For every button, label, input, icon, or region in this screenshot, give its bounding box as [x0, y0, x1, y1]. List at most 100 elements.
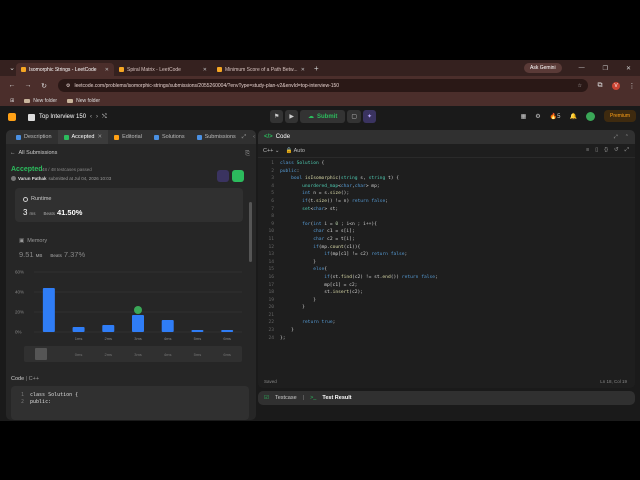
bookmark-star-icon[interactable]: ☆ [578, 83, 582, 89]
editor-line[interactable]: 2 public: [258, 168, 635, 176]
url-input[interactable]: ⚙ leetcode.com/problems/isomorphic-strin… [58, 79, 588, 92]
editor-line[interactable]: 6 if(t.size() != n) return false; [258, 198, 635, 206]
runtime-card[interactable]: Runtime 3 ms Beats 41.50% [15, 188, 243, 222]
line-number: 3 [271, 176, 274, 182]
ask-gemini-button[interactable]: Ask Gemini [524, 63, 562, 73]
bookmark-folder[interactable]: New folder [67, 98, 100, 104]
maximize-icon[interactable]: ❐ [603, 65, 608, 72]
profile-avatar[interactable]: V [612, 81, 620, 90]
test-result-tab[interactable]: Test Result [322, 395, 351, 401]
menu-icon[interactable]: ⋮ [628, 82, 636, 90]
expand-icon[interactable]: ⤢ [242, 134, 246, 141]
leetcode-header: Top Interview 150 ‹ › ⤭ ⚑ ▶ ☁ Submit ▢ ✦ … [0, 106, 640, 128]
new-tab-icon[interactable]: + [314, 64, 319, 73]
browser-tab-spiral[interactable]: Spiral Matrix - LeetCode ✕ [114, 63, 212, 76]
study-plan-nav[interactable]: Top Interview 150 [28, 113, 86, 121]
next-problem-icon[interactable]: › [96, 114, 98, 120]
editor-line[interactable]: 9 for(int i = 0 ; i<n ; i++){ [258, 221, 635, 229]
line-code: st.insert(c2); [280, 290, 364, 296]
tab-submissions[interactable]: Submissions [191, 130, 242, 144]
tab-search-icon[interactable]: ⌄ [8, 64, 16, 72]
bookmark-icon[interactable]: ▯ [595, 147, 598, 154]
auto-mode-toggle[interactable]: 🔒 Auto [286, 148, 305, 154]
collapse-icon[interactable]: ⌃ [625, 134, 629, 140]
editor-line[interactable]: 19 } [258, 297, 635, 305]
testcase-tab[interactable]: Testcase [275, 395, 297, 401]
site-info-icon[interactable]: ⚙ [66, 83, 70, 89]
fullscreen-icon[interactable]: ⤢ [625, 147, 629, 154]
braces-icon[interactable]: {} [604, 147, 608, 154]
shuffle-icon[interactable]: ⤭ [102, 114, 107, 121]
line-number: 5 [271, 191, 274, 197]
close-window-icon[interactable]: ✕ [626, 65, 631, 72]
tab-accepted[interactable]: Accepted ✕ [57, 130, 109, 144]
editor-line[interactable]: 20 } [258, 304, 635, 312]
editor-line[interactable]: 10 char c1 = s[i]; [258, 228, 635, 236]
debug-icon[interactable]: ⚑ [270, 110, 284, 123]
minimize-icon[interactable]: — [579, 65, 585, 71]
ai-assist-icon[interactable]: ✦ [363, 110, 377, 123]
editor-line[interactable]: 1 class Solution { [258, 160, 635, 168]
editor-line[interactable]: 5 int n = s.size(); [258, 190, 635, 198]
prev-problem-icon[interactable]: ‹ [90, 114, 92, 120]
editor-line[interactable]: 4 unordered_map<char,char> mp; [258, 183, 635, 191]
editor-line[interactable]: 11 char c2 = t[i]; [258, 236, 635, 244]
editor-line[interactable]: 13 if(mp[c1] != c2) return false; [258, 251, 635, 259]
close-tab-icon[interactable]: ✕ [97, 134, 102, 140]
streak-counter[interactable]: 🔥5 [550, 113, 561, 120]
reload-icon[interactable]: ↻ [40, 82, 48, 90]
editor-line[interactable]: 16 if(st.find(c2) != st.end()) return fa… [258, 274, 635, 282]
language-select[interactable]: C++ ⌄ [263, 148, 280, 154]
settings-icon[interactable]: ⚙ [535, 113, 540, 120]
code-editor[interactable]: 1 class Solution {2 public: 3 bool isIsomor… [258, 160, 635, 370]
format-icon[interactable]: ≡ [586, 147, 589, 154]
memory-value: 9.51 MB Beats 7.37% [19, 250, 86, 259]
editor-line[interactable]: 23 } [258, 327, 635, 335]
share-icon[interactable]: ⎘ [245, 151, 250, 158]
run-button[interactable]: ▶ [285, 110, 299, 123]
line-number: 8 [271, 214, 274, 220]
line-code: char c2 = t[i]; [313, 236, 355, 242]
memory-card[interactable]: ▣ Memory 9.51 MB Beats 7.37% [15, 234, 243, 264]
notes-icon[interactable]: ▢ [347, 110, 362, 123]
editor-line[interactable]: 3 bool isIsomorphic(string s, string t) … [258, 175, 635, 183]
premium-button[interactable]: Premium [603, 110, 636, 122]
browser-tab-isomorphic[interactable]: Isomorphic Strings - LeetCode ✕ [16, 63, 114, 76]
editor-line[interactable]: 15 else{ [258, 266, 635, 274]
edit-solution-button[interactable] [232, 170, 244, 182]
close-tab-icon[interactable]: ✕ [301, 67, 305, 73]
editor-line[interactable]: 18 st.insert(c2); [258, 289, 635, 297]
forward-icon[interactable]: → [24, 82, 32, 89]
tab-title: Spiral Matrix - LeetCode [127, 66, 181, 73]
extensions-icon[interactable]: ⧉ [596, 82, 604, 90]
layout-icon[interactable]: ▦ [521, 113, 527, 120]
editor-line[interactable]: 8 [258, 213, 635, 221]
editor-line[interactable]: 24}; [258, 335, 635, 343]
tab-editorial[interactable]: Editorial [108, 130, 148, 144]
editor-line[interactable]: 17 mp[c1] = c2; [258, 282, 635, 290]
close-tab-icon[interactable]: ✕ [105, 67, 109, 73]
scrollbar[interactable] [249, 202, 252, 262]
ai-analyze-button[interactable] [217, 170, 229, 182]
tab-solutions[interactable]: Solutions [148, 130, 191, 144]
reset-icon[interactable]: ↺ [614, 147, 619, 154]
close-tab-icon[interactable]: ✕ [203, 67, 207, 73]
all-submissions-link[interactable]: ← All Submissions [10, 150, 256, 156]
leetcode-logo-icon[interactable] [8, 113, 16, 121]
browser-tab-minimum-score[interactable]: Minimum Score of a Path Betw... ✕ [212, 63, 310, 76]
expand-icon[interactable]: ⤢ [614, 134, 618, 140]
editor-line[interactable]: 7 set<char> st; [258, 206, 635, 214]
editor-line[interactable]: 12 if(mp.count(c1)){ [258, 244, 635, 252]
editor-line[interactable]: 21 [258, 312, 635, 320]
apps-icon[interactable]: ⊞ [10, 98, 14, 104]
back-icon[interactable]: ← [8, 82, 16, 89]
tab-description[interactable]: Description [10, 130, 58, 144]
collapse-icon[interactable]: ‹ [253, 134, 255, 141]
editor-line[interactable]: 22 return true; [258, 319, 635, 327]
user-avatar[interactable] [585, 111, 595, 121]
submit-button[interactable]: ☁ Submit [300, 110, 346, 123]
bookmark-folder[interactable]: New folder [24, 98, 57, 104]
notifications-icon[interactable]: 🔔 [570, 113, 577, 120]
editor-line[interactable]: 14 } [258, 259, 635, 267]
